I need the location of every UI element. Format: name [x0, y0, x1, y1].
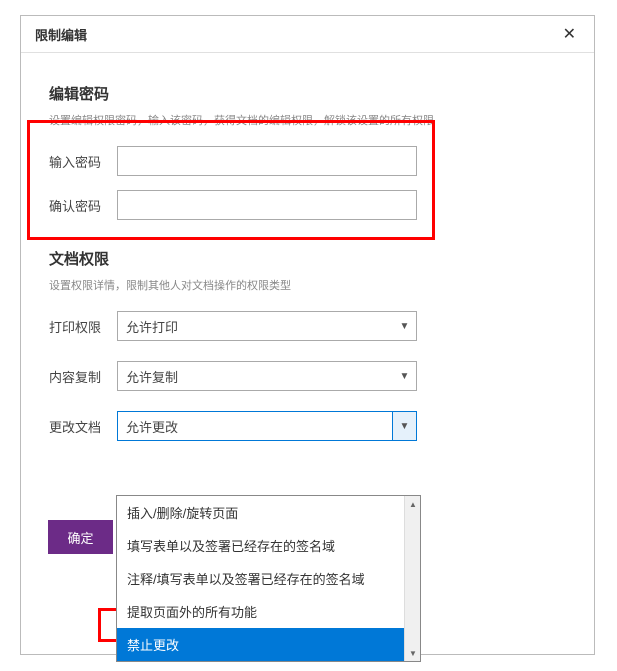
perm-section-title: 文档权限 — [49, 248, 566, 269]
close-icon[interactable]: ✕ — [559, 24, 580, 44]
titlebar: 限制编辑 ✕ — [21, 16, 594, 53]
print-perm-select[interactable]: 允许打印 ▼ — [117, 311, 417, 341]
change-perm-dropdown-list: 插入/删除/旋转页面 填写表单以及签署已经存在的签名域 注释/填写表单以及签署已… — [116, 495, 421, 662]
copy-perm-select[interactable]: 允许复制 ▼ — [117, 361, 417, 391]
password-confirm-label: 确认密码 — [49, 196, 117, 215]
change-perm-value: 允许更改 — [126, 417, 178, 436]
dialog-content: 编辑密码 设置编辑权限密码，输入该密码，获得文档的编辑权限，解锁该设置的所有权限… — [21, 53, 594, 481]
password-input[interactable] — [117, 146, 417, 176]
print-perm-row: 打印权限 允许打印 ▼ — [49, 311, 566, 341]
password-confirm-row: 确认密码 — [49, 190, 566, 220]
dropdown-option[interactable]: 填写表单以及签署已经存在的签名域 — [117, 529, 420, 562]
chevron-down-icon: ▼ — [392, 312, 416, 340]
dropdown-option[interactable]: 插入/删除/旋转页面 — [117, 496, 420, 529]
password-section-title: 编辑密码 — [49, 83, 566, 104]
password-section-desc: 设置编辑权限密码，输入该密码，获得文档的编辑权限，解锁该设置的所有权限 — [49, 112, 566, 128]
password-input-label: 输入密码 — [49, 152, 117, 171]
dropdown-option[interactable]: 提取页面外的所有功能 — [117, 595, 420, 628]
permissions-section: 文档权限 设置权限详情，限制其他人对文档操作的权限类型 打印权限 允许打印 ▼ … — [49, 248, 566, 441]
password-confirm-input[interactable] — [117, 190, 417, 220]
perm-section-desc: 设置权限详情，限制其他人对文档操作的权限类型 — [49, 277, 566, 293]
change-perm-label: 更改文档 — [49, 417, 117, 436]
dropdown-option[interactable]: 注释/填写表单以及签署已经存在的签名域 — [117, 562, 420, 595]
change-perm-select[interactable]: 允许更改 ▼ — [117, 411, 417, 441]
chevron-down-icon: ▼ — [392, 362, 416, 390]
scroll-up-icon[interactable]: ▲ — [405, 496, 421, 512]
scroll-down-icon[interactable]: ▼ — [405, 645, 421, 661]
dropdown-scrollbar[interactable]: ▲ ▼ — [404, 496, 420, 661]
copy-perm-value: 允许复制 — [126, 367, 178, 386]
confirm-button[interactable]: 确定 — [48, 520, 113, 554]
copy-perm-row: 内容复制 允许复制 ▼ — [49, 361, 566, 391]
dropdown-option-selected[interactable]: 禁止更改 — [117, 628, 420, 661]
print-perm-value: 允许打印 — [126, 317, 178, 336]
dialog-title: 限制编辑 — [35, 25, 87, 44]
password-input-row: 输入密码 — [49, 146, 566, 176]
restrict-editing-dialog: 限制编辑 ✕ 编辑密码 设置编辑权限密码，输入该密码，获得文档的编辑权限，解锁该… — [20, 15, 595, 655]
change-perm-row: 更改文档 允许更改 ▼ — [49, 411, 566, 441]
print-perm-label: 打印权限 — [49, 317, 117, 336]
copy-perm-label: 内容复制 — [49, 367, 117, 386]
chevron-down-icon: ▼ — [392, 412, 416, 440]
